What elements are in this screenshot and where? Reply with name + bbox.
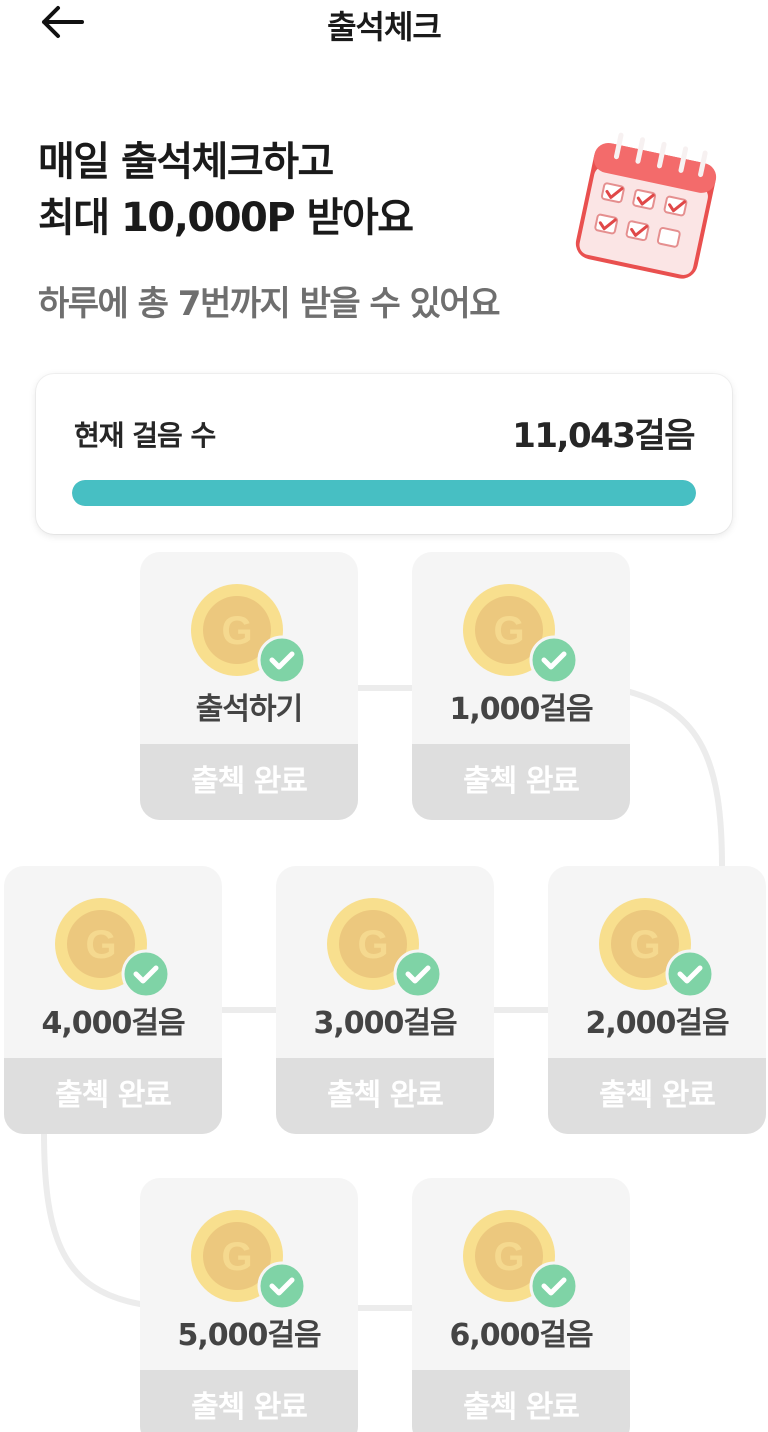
step-progress-bar	[72, 480, 696, 506]
g-coin-icon: G	[599, 898, 715, 999]
reward-card-2000-steps[interactable]: G 2,000걸음 출첵 완료	[548, 866, 766, 1134]
reward-status: 출첵 완료	[548, 1058, 766, 1134]
step-count-value: 11,043걸음	[512, 416, 695, 456]
reward-card-1000-steps[interactable]: G 1,000걸음 출첵 완료	[412, 552, 630, 820]
reward-card-5000-steps[interactable]: G 5,000걸음 출첵 완료	[140, 1178, 358, 1432]
reward-label: 3,000걸음	[313, 1006, 457, 1041]
svg-text:G: G	[357, 923, 388, 967]
reward-label: 출석하기	[195, 692, 303, 727]
reward-card-6000-steps[interactable]: G 6,000걸음 출첵 완료	[412, 1178, 630, 1432]
svg-text:G: G	[629, 923, 660, 967]
reward-label: 2,000걸음	[585, 1006, 729, 1041]
page-title: 출석체크	[327, 8, 442, 46]
g-coin-icon: G	[327, 898, 443, 999]
hero-subtitle: 하루에 총 7번까지 받을 수 있어요	[38, 284, 500, 324]
hero-title: 매일 출석체크하고 최대 10,000P 받아요	[38, 134, 414, 246]
reward-status: 출첵 완료	[140, 1370, 358, 1432]
reward-status: 출첵 완료	[140, 744, 358, 820]
reward-card-attendance[interactable]: G 출석하기 출첵 완료	[140, 552, 358, 820]
reward-status: 출첵 완료	[412, 1370, 630, 1432]
svg-text:G: G	[85, 923, 116, 967]
svg-text:G: G	[493, 609, 524, 653]
g-coin-icon: G	[463, 584, 579, 685]
g-coin-icon: G	[463, 1210, 579, 1311]
svg-text:G: G	[221, 1235, 252, 1279]
reward-label: 5,000걸음	[177, 1318, 321, 1353]
g-coin-icon: G	[191, 1210, 307, 1311]
step-count-label: 현재 걸음 수	[74, 419, 216, 452]
reward-label: 6,000걸음	[449, 1318, 593, 1353]
reward-card-4000-steps[interactable]: G 4,000걸음 출첵 완료	[4, 866, 222, 1134]
svg-text:G: G	[493, 1235, 524, 1279]
reward-status: 출첵 완료	[4, 1058, 222, 1134]
hero-title-line2: 최대 10,000P 받아요	[38, 195, 414, 241]
reward-card-3000-steps[interactable]: G 3,000걸음 출첵 완료	[276, 866, 494, 1134]
reward-label: 4,000걸음	[41, 1006, 185, 1041]
app-header: 출석체크	[0, 0, 768, 48]
svg-text:G: G	[221, 609, 252, 653]
step-progress-fill	[72, 480, 696, 506]
calendar-checklist-icon	[575, 132, 717, 279]
step-count-card: 현재 걸음 수 11,043걸음	[36, 374, 732, 534]
g-coin-icon: G	[55, 898, 171, 999]
attendance-page: 출석체크 매일 출석체크하고 최대 10,000P 받아요 하루에 총 7번까지…	[0, 0, 768, 1432]
g-coin-icon: G	[191, 584, 307, 685]
reward-status: 출첵 완료	[276, 1058, 494, 1134]
hero-title-line1: 매일 출석체크하고	[38, 139, 334, 185]
reward-status: 출첵 완료	[412, 744, 630, 820]
reward-label: 1,000걸음	[449, 692, 593, 727]
